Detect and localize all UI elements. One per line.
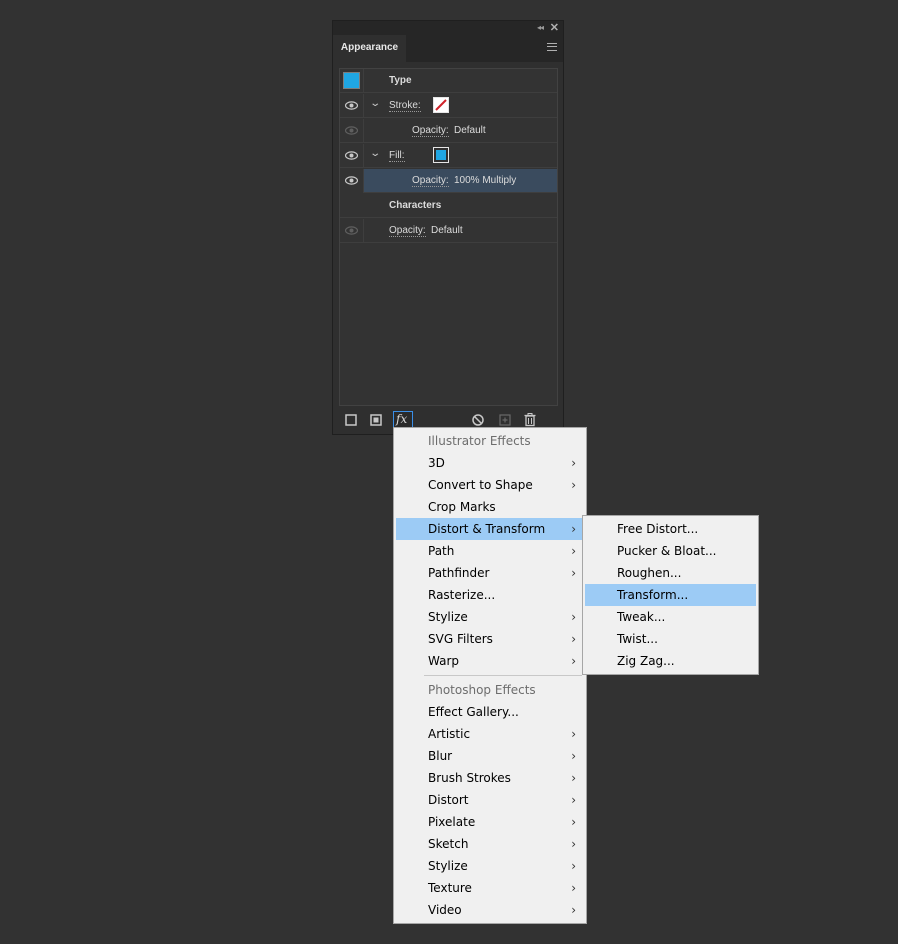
menu-item-warp[interactable]: Warp › (396, 650, 584, 672)
eye-icon (345, 126, 358, 135)
submenu-item-transform[interactable]: Transform... (585, 584, 756, 606)
chevron-right-icon: › (571, 456, 576, 470)
object-opacity-label[interactable]: Opacity: (389, 225, 426, 237)
menu-item-crop-marks[interactable]: Crop Marks (396, 496, 584, 518)
panel-menu-icon[interactable] (547, 43, 557, 51)
menu-item-3d[interactable]: 3D › (396, 452, 584, 474)
visibility-toggle-fill-opacity[interactable] (340, 169, 364, 193)
menu-item-pathfinder[interactable]: Pathfinder › (396, 562, 584, 584)
appearance-list: Type ⌄ Stroke: Opacity: Default ⌄ Fill: … (339, 68, 558, 406)
menu-item-effect-gallery[interactable]: Effect Gallery... (396, 701, 584, 723)
menu-item-pixelate[interactable]: Pixelate › (396, 811, 584, 833)
chevron-right-icon: › (571, 544, 576, 558)
chevron-right-icon: › (571, 610, 576, 624)
chevron-right-icon: › (571, 478, 576, 492)
chevron-right-icon: › (571, 522, 576, 536)
chevron-right-icon: › (571, 566, 576, 580)
menu-header-photoshop-effects: Photoshop Effects (428, 683, 536, 697)
visibility-toggle-object-opacity[interactable] (340, 219, 364, 243)
submenu-item-zig-zag[interactable]: Zig Zag... (585, 650, 756, 672)
menu-item-convert-to-shape[interactable]: Convert to Shape › (396, 474, 584, 496)
fill-color-chip (436, 150, 446, 160)
panel-tab-bar: Appearance (333, 35, 563, 62)
submenu-item-pucker-bloat[interactable]: Pucker & Bloat... (585, 540, 756, 562)
chevron-right-icon: › (571, 837, 576, 851)
fill-label[interactable]: Fill: (389, 150, 405, 162)
stroke-label[interactable]: Stroke: (389, 100, 421, 112)
menu-item-rasterize[interactable]: Rasterize... (396, 584, 584, 606)
eye-icon (345, 176, 358, 185)
chevron-right-icon: › (571, 793, 576, 807)
submenu-item-twist[interactable]: Twist... (585, 628, 756, 650)
appearance-panel: ◂◂ ✕ Appearance Type ⌄ Stroke: Opacity: … (332, 20, 564, 435)
chevron-right-icon: › (571, 881, 576, 895)
row-type-label: Type (389, 75, 412, 86)
menu-item-distort-transform[interactable]: Distort & Transform › (396, 518, 584, 540)
submenu-item-free-distort[interactable]: Free Distort... (585, 518, 756, 540)
square-outline-icon (345, 414, 357, 426)
menu-item-svg-filters[interactable]: SVG Filters › (396, 628, 584, 650)
row-fill[interactable]: ⌄ Fill: (340, 144, 557, 168)
tab-appearance[interactable]: Appearance (333, 35, 406, 62)
collapse-panel-icon[interactable]: ◂◂ (537, 23, 544, 32)
add-new-fill-button[interactable] (367, 411, 385, 429)
fx-icon: fx (396, 412, 408, 426)
row-fill-opacity[interactable]: Opacity: 100% Multiply (340, 169, 557, 193)
menu-item-artistic[interactable]: Artistic › (396, 723, 584, 745)
submenu-item-tweak[interactable]: Tweak... (585, 606, 756, 628)
stroke-opacity-value: Default (454, 125, 486, 136)
add-new-stroke-button[interactable] (342, 411, 360, 429)
visibility-toggle-stroke-opacity[interactable] (340, 119, 364, 143)
stroke-none-swatch[interactable] (433, 97, 449, 113)
chevron-down-icon[interactable]: ⌄ (369, 148, 381, 159)
row-object-opacity[interactable]: Opacity: Default (340, 219, 557, 243)
fill-opacity-label[interactable]: Opacity: (412, 175, 449, 187)
menu-item-blur[interactable]: Blur › (396, 745, 584, 767)
chevron-right-icon: › (571, 632, 576, 646)
close-panel-icon[interactable]: ✕ (550, 21, 559, 34)
menu-item-video[interactable]: Video › (396, 899, 584, 921)
chevron-right-icon: › (571, 654, 576, 668)
none-slash-icon (435, 99, 447, 111)
fill-color-swatch[interactable] (433, 147, 449, 163)
row-characters[interactable]: Characters (340, 194, 557, 218)
fill-opacity-value: 100% Multiply (454, 175, 517, 186)
menu-item-brush-strokes[interactable]: Brush Strokes › (396, 767, 584, 789)
characters-label: Characters (389, 200, 442, 211)
chevron-right-icon: › (571, 815, 576, 829)
chevron-right-icon: › (571, 859, 576, 873)
chevron-right-icon: › (571, 749, 576, 763)
row-type[interactable]: Type (340, 69, 557, 93)
row-stroke[interactable]: ⌄ Stroke: (340, 94, 557, 118)
menu-item-path[interactable]: Path › (396, 540, 584, 562)
menu-separator (424, 675, 582, 676)
menu-item-stylize-photoshop[interactable]: Stylize › (396, 855, 584, 877)
type-color-swatch[interactable] (343, 72, 360, 89)
chevron-right-icon: › (571, 771, 576, 785)
menu-item-stylize-illustrator[interactable]: Stylize › (396, 606, 584, 628)
submenu-item-roughen[interactable]: Roughen... (585, 562, 756, 584)
menu-item-texture[interactable]: Texture › (396, 877, 584, 899)
chevron-right-icon: › (571, 727, 576, 741)
visibility-toggle-stroke[interactable] (340, 94, 364, 118)
distort-transform-submenu: Free Distort... Pucker & Bloat... Roughe… (582, 515, 759, 675)
menu-item-distort[interactable]: Distort › (396, 789, 584, 811)
menu-item-sketch[interactable]: Sketch › (396, 833, 584, 855)
visibility-toggle-fill[interactable] (340, 144, 364, 168)
row-stroke-opacity[interactable]: Opacity: Default (340, 119, 557, 143)
object-opacity-value: Default (431, 225, 463, 236)
chevron-down-icon[interactable]: ⌄ (369, 98, 381, 109)
chevron-right-icon: › (571, 903, 576, 917)
eye-icon (345, 151, 358, 160)
eye-icon (345, 226, 358, 235)
eye-icon (345, 101, 358, 110)
effects-menu: Illustrator Effects 3D › Convert to Shape… (393, 427, 587, 924)
row-type-swatch-cell (340, 69, 364, 93)
menu-header-illustrator-effects: Illustrator Effects (428, 434, 531, 448)
square-filled-icon (370, 414, 382, 426)
stroke-opacity-label[interactable]: Opacity: (412, 125, 449, 137)
panel-title-bar[interactable]: ◂◂ ✕ (333, 21, 563, 35)
